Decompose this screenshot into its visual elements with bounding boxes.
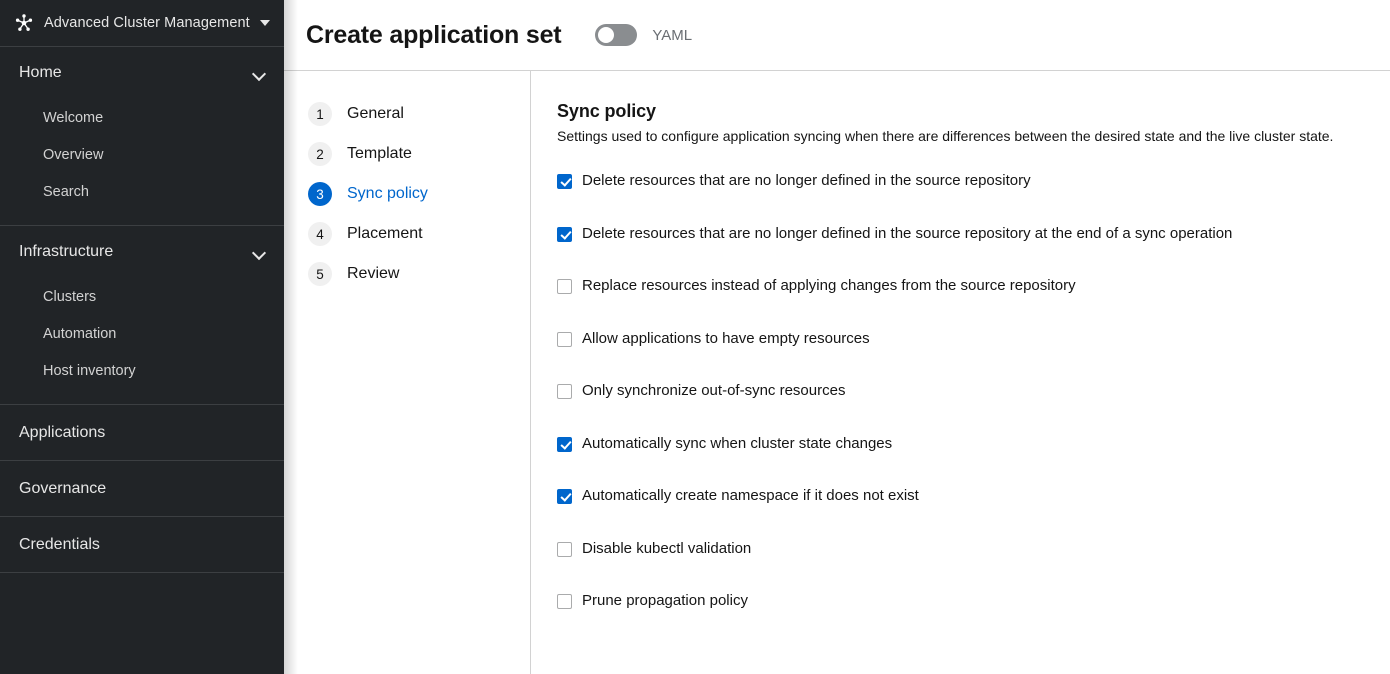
sidebar-item-label: Applications [19,423,106,441]
checkbox-label[interactable]: Automatically create namespace if it doe… [582,487,919,505]
sidebar-item-credentials[interactable]: Credentials [0,517,284,573]
checkbox-replace-resources[interactable] [557,279,572,294]
app-root: Advanced Cluster Management Home Welcome… [0,0,1390,674]
sidebar-item-label: Credentials [19,535,100,553]
checkbox-row-only-out-of-sync[interactable]: Only synchronize out-of-sync resources [557,382,1366,400]
yaml-toggle-switch[interactable] [595,24,638,46]
step-number: 5 [308,262,332,286]
yaml-toggle-group: YAML [595,24,692,46]
section-description: Settings used to configure application s… [557,128,1334,144]
sidebar-item-label: Search [43,183,89,200]
sync-policy-form: Sync policy Settings used to configure a… [531,71,1390,674]
sidebar-item-clusters[interactable]: Clusters [0,278,284,315]
sidebar-item-label: Governance [19,479,107,497]
checkbox-label[interactable]: Delete resources that are no longer defi… [582,225,1232,243]
cluster-star-icon [14,13,34,33]
sidebar-item-label: Clusters [43,288,97,305]
wizard-body: 1 General 2 Template 3 Sync policy 4 Pla… [284,71,1390,674]
toggle-knob [598,27,615,43]
sidebar-item-welcome[interactable]: Welcome [0,99,284,136]
sidebar-item-label: Overview [43,146,104,163]
caret-down-icon[interactable] [259,20,270,26]
yaml-toggle-label: YAML [652,26,693,44]
sidebar-item-overview[interactable]: Overview [0,136,284,173]
checkbox-row-disable-kubectl-validation[interactable]: Disable kubectl validation [557,540,1366,558]
page-title: Create application set [306,20,562,49]
checkbox-label[interactable]: Only synchronize out-of-sync resources [582,382,845,400]
checkbox-row-prune-propagation-policy[interactable]: Prune propagation policy [557,592,1366,610]
sidebar-item-automation[interactable]: Automation [0,315,284,352]
checkbox-row-auto-sync[interactable]: Automatically sync when cluster state ch… [557,435,1366,453]
nav-sublist-infrastructure: Clusters Automation Host inventory [0,278,284,404]
brand-header[interactable]: Advanced Cluster Management [0,0,284,47]
wizard-step-general[interactable]: 1 General [284,94,530,134]
step-number: 2 [308,142,332,166]
checkbox-row-delete-resources[interactable]: Delete resources that are no longer defi… [557,172,1366,190]
page-header: Create application set YAML [284,0,1390,71]
checkbox-row-auto-create-namespace[interactable]: Automatically create namespace if it doe… [557,487,1366,505]
checkbox-prune-propagation-policy[interactable] [557,594,572,609]
checkbox-label[interactable]: Prune propagation policy [582,592,748,610]
step-number: 4 [308,222,332,246]
checkbox-label[interactable]: Delete resources that are no longer defi… [582,172,1031,190]
checkbox-label[interactable]: Allow applications to have empty resourc… [582,330,870,348]
step-label: Sync policy [347,185,428,202]
wizard-step-sync-policy[interactable]: 3 Sync policy [284,174,530,214]
step-number: 1 [308,102,332,126]
sidebar-item-label: Welcome [43,109,104,126]
nav-group-infrastructure[interactable]: Infrastructure [0,226,284,278]
checkbox-row-delete-resources-end-of-sync[interactable]: Delete resources that are no longer defi… [557,225,1366,243]
nav-section-home: Home Welcome Overview Search [0,47,284,226]
sidebar-item-label: Host inventory [43,362,136,379]
sidebar-item-governance[interactable]: Governance [0,461,284,517]
checkbox-only-out-of-sync[interactable] [557,384,572,399]
step-label: Placement [347,225,423,242]
wizard-step-nav: 1 General 2 Template 3 Sync policy 4 Pla… [284,71,531,674]
nav-group-infrastructure-label: Infrastructure [19,243,114,260]
sidebar-item-search[interactable]: Search [0,173,284,210]
section-title: Sync policy [557,101,656,121]
checkbox-auto-create-namespace[interactable] [557,489,572,504]
chevron-down-icon[interactable] [253,67,266,80]
wizard-step-review[interactable]: 5 Review [284,254,530,294]
nav-section-infrastructure: Infrastructure Clusters Automation Host … [0,226,284,405]
checkbox-label[interactable]: Automatically sync when cluster state ch… [582,435,892,453]
step-label: Template [347,145,412,162]
primary-sidebar: Advanced Cluster Management Home Welcome… [0,0,284,674]
checkbox-delete-resources[interactable] [557,174,572,189]
checkbox-row-replace-resources[interactable]: Replace resources instead of applying ch… [557,277,1366,295]
step-label: General [347,105,404,122]
checkbox-delete-resources-end-of-sync[interactable] [557,226,572,242]
wizard-step-template[interactable]: 2 Template [284,134,530,174]
brand-title: Advanced Cluster Management [44,15,250,31]
step-label: Review [347,265,400,282]
sidebar-empty-space [0,573,284,674]
nav-sublist-home: Welcome Overview Search [0,99,284,225]
checkbox-label[interactable]: Disable kubectl validation [582,540,751,558]
sidebar-item-label: Automation [43,325,117,342]
checkbox-row-allow-empty-resources[interactable]: Allow applications to have empty resourc… [557,330,1366,348]
wizard-step-placement[interactable]: 4 Placement [284,214,530,254]
nav-group-home[interactable]: Home [0,47,284,99]
main-region: Create application set YAML 1 General 2 … [284,0,1390,674]
checkbox-label[interactable]: Replace resources instead of applying ch… [582,277,1076,295]
checkbox-allow-empty-resources[interactable] [557,331,572,347]
step-number: 3 [308,182,332,206]
nav-group-home-label: Home [19,64,62,81]
checkbox-auto-sync[interactable] [557,436,572,452]
sidebar-item-applications[interactable]: Applications [0,405,284,461]
chevron-down-icon[interactable] [253,246,266,259]
sidebar-item-host-inventory[interactable]: Host inventory [0,352,284,389]
checkbox-disable-kubectl-validation[interactable] [557,541,572,557]
